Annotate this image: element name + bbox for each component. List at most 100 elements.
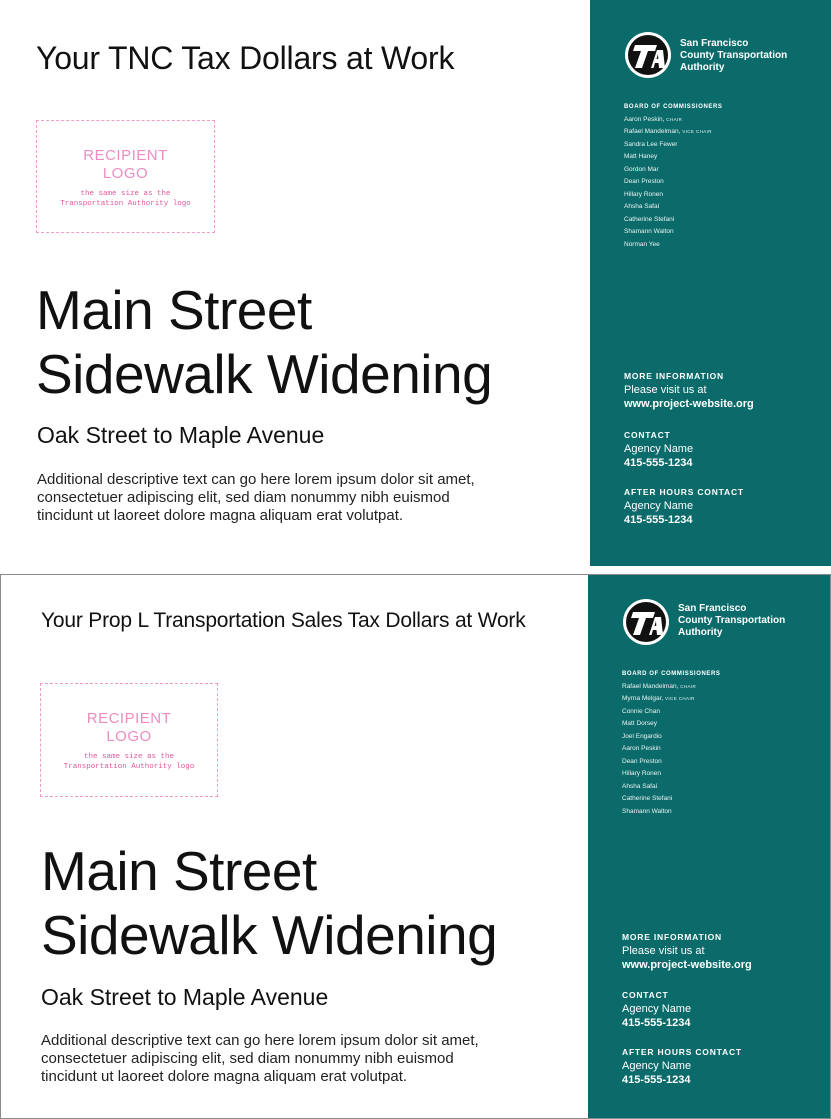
recipient-logo-placeholder: RECIPIENT LOGO the same size as the Tran… [36, 120, 215, 233]
after-hours-label: AFTER HOURS CONTACT [624, 487, 744, 497]
recipient-label-logo: LOGO [102, 165, 149, 182]
authority-name-line: San Francisco [678, 603, 747, 614]
commissioner-name: Ahsha Safaí [622, 782, 658, 790]
description-line: consectetuer adipiscing elit, sed diam n… [41, 1050, 454, 1067]
commissioner: Catherine Stefani [624, 214, 723, 227]
after-hours-contact: AFTER HOURS CONTACT Agency Name 415-555-… [624, 485, 744, 527]
project-limits: Oak Street to Maple Avenue [37, 422, 325, 448]
commissioner-name: Catherine Stefani [624, 215, 675, 223]
commissioner: Ahsha Safaí [624, 201, 723, 214]
commissioner: Hillary Ronen [622, 768, 721, 781]
authority-name-line: County Transportation [680, 50, 788, 61]
more-information: MORE INFORMATION Please visit us at www.… [622, 930, 752, 972]
commissioner: Connie Chan [622, 706, 721, 719]
description-line: Additional descriptive text can go here … [41, 1032, 479, 1049]
authority-name-line: County Transportation [678, 615, 786, 626]
recipient-note-1: the same size as the [83, 753, 174, 761]
commissioner: Catherine Stefani [622, 793, 721, 806]
commissioner: Shamann Walton [622, 806, 721, 819]
authority-name: San Francisco County Transportation Auth… [678, 603, 785, 639]
commissioner: Aaron Peskin [622, 743, 721, 756]
commissioner: Gordon Mar [624, 164, 723, 177]
commissioner-name: Matt Dorsey [622, 720, 658, 727]
recipient-note-2: Transportation Authority logo [63, 763, 195, 771]
contact-label: CONTACT [622, 990, 669, 1000]
board-of-commissioners: BOARD OF COMMISSIONERS Rafael Mandelman,… [622, 668, 721, 818]
contact-label: CONTACT [624, 430, 671, 440]
commissioner-name: Connie Chan [622, 707, 660, 715]
commissioner-name: Matt Haney [624, 153, 658, 160]
commissioner-role: CHAIR [666, 116, 683, 122]
project-limits: Oak Street to Maple Avenue [41, 984, 329, 1010]
commissioner-name: Myrna Melgar, [622, 695, 664, 702]
commissioner: Joel Engardio [622, 731, 721, 744]
description-line: tincidunt ut laoreet dolore magna aliqua… [37, 507, 404, 524]
website-link[interactable]: www.project-website.org [624, 397, 754, 411]
commissioner-name: Shamann Walton [622, 807, 672, 815]
sign-prop-l: Your Prop L Transportation Sales Tax Dol… [0, 574, 831, 1119]
project-description: Additional descriptive text can go here … [37, 471, 557, 525]
commissioner: Shamann Walton [624, 226, 723, 239]
board-title: BOARD OF COMMISSIONERS [622, 671, 721, 677]
authority-name-line: Authority [680, 62, 725, 73]
more-info-label: MORE INFORMATION [624, 371, 724, 381]
sfcta-logo-icon [623, 599, 669, 645]
project-description: Additional descriptive text can go here … [41, 1032, 561, 1086]
board-title: BOARD OF COMMISSIONERS [624, 104, 723, 110]
contact-phone[interactable]: 415-555-1234 [622, 1016, 691, 1030]
commissioner: Hillary Ronen [624, 189, 723, 202]
project-title-line2: Sidewalk Widening [36, 343, 493, 405]
project-title: Main Street Sidewalk Widening [36, 278, 493, 406]
commissioner-name: Catherine Stefani [622, 795, 673, 802]
commissioner-name: Aaron Peskin [622, 745, 661, 752]
project-title-line2: Sidewalk Widening [41, 904, 498, 966]
sign-tnc: Your TNC Tax Dollars at Work RECIPIENT L… [0, 0, 831, 566]
commissioner-name: Hillary Ronen [622, 770, 662, 777]
commissioner-role: CHAIR [680, 683, 697, 689]
commissioner-name: Dean Preston [624, 178, 664, 185]
commissioner-role: VICE CHAIR [665, 696, 695, 701]
after-hours-phone[interactable]: 415-555-1234 [622, 1073, 742, 1087]
recipient-label: RECIPIENT [86, 710, 172, 727]
sign-headline: Your Prop L Transportation Sales Tax Dol… [41, 609, 526, 632]
commissioner-name: Hillary Ronen [624, 190, 664, 198]
authority-name-line: San Francisco [680, 38, 749, 49]
commissioner-name: Norman Yee [624, 240, 660, 248]
commissioner-name: Aaron Peskin, [624, 115, 665, 123]
contact-phone[interactable]: 415-555-1234 [624, 456, 693, 470]
commissioner: Dean Preston [622, 756, 721, 769]
contact: CONTACT Agency Name 415-555-1234 [622, 988, 691, 1030]
commissioner: Rafael Mandelman, VICE CHAIR [624, 126, 723, 139]
commissioner: Myrna Melgar, VICE CHAIR [622, 693, 721, 706]
commissioner: Ahsha Safaí [622, 781, 721, 794]
description-line: consectetuer adipiscing elit, sed diam n… [37, 489, 450, 506]
authority-name-line: Authority [678, 627, 723, 638]
commissioner-name: Shamann Walton [624, 228, 674, 235]
commissioner: Dean Preston [624, 176, 723, 189]
project-title-line1: Main Street [41, 840, 317, 902]
commissioner: Matt Dorsey [622, 718, 721, 731]
after-hours-label: AFTER HOURS CONTACT [622, 1047, 742, 1057]
recipient-logo-placeholder: RECIPIENT LOGO the same size as the Tran… [40, 683, 218, 797]
commissioner-name: Ahsha Safaí [624, 203, 660, 210]
project-title: Main Street Sidewalk Widening [41, 839, 498, 967]
authority-name: San Francisco County Transportation Auth… [680, 38, 787, 74]
commissioner-name: Joel Engardio [622, 732, 662, 740]
more-info-text: Please visit us at [624, 384, 707, 396]
sfcta-logo-icon [625, 32, 671, 78]
after-hours-phone[interactable]: 415-555-1234 [624, 513, 744, 527]
commissioner-role: VICE CHAIR [682, 129, 712, 134]
commissioner: Rafael Mandelman, CHAIR [622, 681, 721, 694]
contact: CONTACT Agency Name 415-555-1234 [624, 428, 693, 470]
commissioner-name: Gordon Mar [624, 165, 659, 173]
website-link[interactable]: www.project-website.org [622, 958, 752, 972]
description-line: Additional descriptive text can go here … [37, 471, 475, 488]
contact-agency: Agency Name [622, 1003, 692, 1015]
after-hours-contact: AFTER HOURS CONTACT Agency Name 415-555-… [622, 1045, 742, 1087]
contact-agency: Agency Name [624, 443, 694, 455]
authority-panel: San Francisco County Transportation Auth… [590, 0, 831, 566]
recipient-label-logo: LOGO [106, 728, 152, 745]
recipient-label: RECIPIENT [83, 147, 168, 164]
after-hours-agency: Agency Name [622, 1060, 692, 1072]
commissioner: Aaron Peskin, CHAIR [624, 114, 723, 127]
